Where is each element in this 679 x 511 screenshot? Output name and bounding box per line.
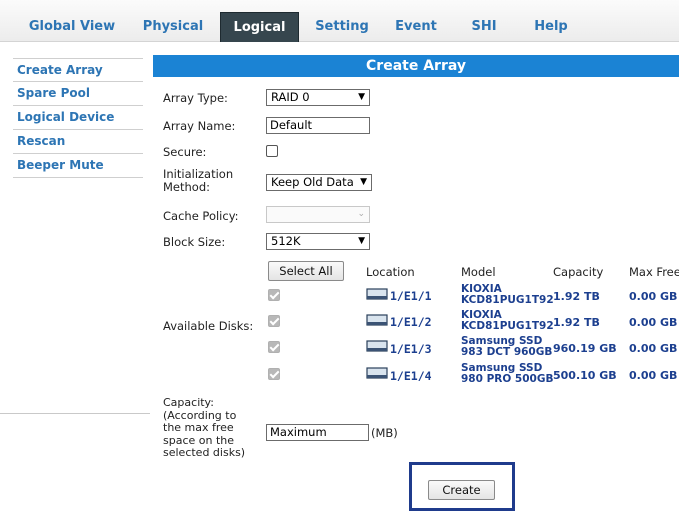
array-type-label: Array Type: xyxy=(163,91,228,105)
disk-4-capacity: 500.10 GB xyxy=(553,369,617,382)
disk-1-capacity: 1.92 TB xyxy=(553,290,600,303)
disk-1-model: KIOXIA KCD81PUG1T92 xyxy=(461,284,554,306)
init-method-label-line2: Method: xyxy=(163,180,211,194)
block-size-label: Block Size: xyxy=(163,235,226,249)
disk-2-model: KIOXIA KCD81PUG1T92 xyxy=(461,310,554,332)
tab-shi[interactable]: SHI xyxy=(460,12,508,42)
chevron-down-icon: ▼ xyxy=(358,92,365,102)
capacity-input[interactable]: Maximum xyxy=(266,424,369,441)
create-button[interactable]: Create xyxy=(428,480,495,500)
disk-3-model: Samsung SSD 983 DCT 960GB xyxy=(461,336,552,358)
page-title: Create Array xyxy=(153,55,679,77)
disk-4-checkbox[interactable] xyxy=(268,368,280,380)
disk-2-model-line2: KCD81PUG1T92 xyxy=(461,320,554,332)
disk-2-max-free: 0.00 GB xyxy=(629,316,678,329)
tab-global-view[interactable]: Global View xyxy=(18,12,126,42)
capacity-label-line1: Capacity: xyxy=(163,396,214,409)
chevron-down-icon: ▼ xyxy=(360,177,367,187)
column-model: Model xyxy=(461,265,496,279)
chevron-down-icon: ▼ xyxy=(358,236,365,246)
top-tab-bar: Global View Physical Logical Setting Eve… xyxy=(0,0,679,42)
array-name-input[interactable]: Default xyxy=(266,117,370,134)
capacity-label: Capacity: (According to the max free spa… xyxy=(163,396,246,460)
column-capacity: Capacity xyxy=(553,265,604,279)
disk-4-model-line2: 980 PRO 500GB xyxy=(461,373,554,385)
column-max-free: Max Free xyxy=(629,265,679,279)
disk-3-max-free: 0.00 GB xyxy=(629,342,678,355)
secure-checkbox[interactable] xyxy=(266,145,278,157)
sidebar-item-create-array[interactable]: Create Array xyxy=(13,58,143,82)
disk-1-checkbox[interactable] xyxy=(268,289,280,301)
select-all-button[interactable]: Select All xyxy=(268,261,344,281)
tab-event[interactable]: Event xyxy=(388,12,444,42)
divider xyxy=(0,413,150,414)
array-type-select[interactable]: RAID 0 ▼ xyxy=(266,89,370,106)
capacity-unit: (MB) xyxy=(371,426,398,440)
disk-1-location: 1/E1/1 xyxy=(390,289,432,303)
block-size-select[interactable]: 512K ▼ xyxy=(266,233,370,250)
hard-disk-icon xyxy=(366,314,388,326)
disk-1-model-line2: KCD81PUG1T92 xyxy=(461,294,554,306)
sidebar: Create Array Spare Pool Logical Device R… xyxy=(13,58,143,178)
hard-disk-icon xyxy=(366,288,388,300)
secure-label: Secure: xyxy=(163,145,207,159)
tab-logical[interactable]: Logical xyxy=(220,12,299,42)
disk-2-capacity: 1.92 TB xyxy=(553,316,600,329)
disk-3-model-line2: 983 DCT 960GB xyxy=(461,346,553,358)
block-size-value: 512K xyxy=(271,234,301,248)
cache-policy-select: ⌄ xyxy=(266,206,370,223)
disk-3-checkbox[interactable] xyxy=(268,341,280,353)
disk-3-location: 1/E1/3 xyxy=(390,342,432,356)
tab-help[interactable]: Help xyxy=(522,12,580,42)
disk-2-checkbox[interactable] xyxy=(268,315,280,327)
disk-4-model: Samsung SSD 980 PRO 500GB xyxy=(461,363,553,385)
init-method-label: Initialization Method: xyxy=(163,168,233,194)
disk-1-max-free: 0.00 GB xyxy=(629,290,678,303)
sidebar-item-rescan[interactable]: Rescan xyxy=(13,130,143,154)
sidebar-item-beeper-mute[interactable]: Beeper Mute xyxy=(13,154,143,178)
disk-4-max-free: 0.00 GB xyxy=(629,369,678,382)
chevron-down-icon: ⌄ xyxy=(357,209,365,219)
disk-3-capacity: 960.19 GB xyxy=(553,342,617,355)
disk-4-location: 1/E1/4 xyxy=(390,369,432,383)
array-name-label: Array Name: xyxy=(163,119,236,133)
disk-2-location: 1/E1/2 xyxy=(390,315,432,329)
tab-physical[interactable]: Physical xyxy=(136,12,210,42)
init-method-select[interactable]: Keep Old Data ▼ xyxy=(266,174,372,191)
column-location: Location xyxy=(366,265,415,279)
sidebar-item-logical-device[interactable]: Logical Device xyxy=(13,106,143,130)
tab-setting[interactable]: Setting xyxy=(308,12,376,42)
capacity-label-line3: the max free xyxy=(163,421,234,434)
capacity-label-line5: selected disks) xyxy=(163,446,246,459)
available-disks-label: Available Disks: xyxy=(163,319,254,333)
hard-disk-icon xyxy=(366,340,388,352)
sidebar-item-spare-pool[interactable]: Spare Pool xyxy=(13,82,143,106)
array-type-value: RAID 0 xyxy=(271,90,310,104)
init-method-value: Keep Old Data xyxy=(271,175,354,189)
hard-disk-icon xyxy=(366,367,388,379)
cache-policy-label: Cache Policy: xyxy=(163,209,239,223)
